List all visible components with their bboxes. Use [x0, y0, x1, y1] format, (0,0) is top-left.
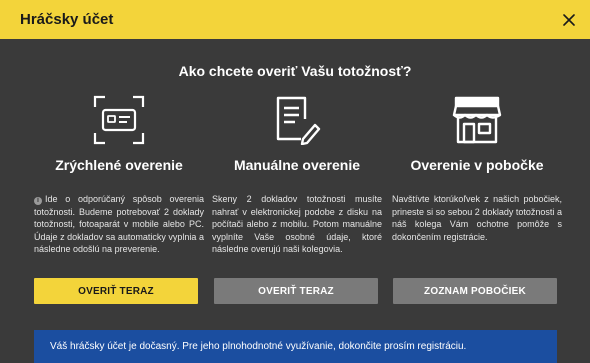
option-description: Navštívte ktorúkoľvek z našich pobočiek,…: [392, 194, 562, 242]
close-icon[interactable]: [560, 11, 578, 29]
notice-text: Váš hráčsky účet je dočasný. Pre jeho pl…: [50, 341, 467, 352]
option-title: Zrýchlené overenie: [55, 157, 183, 173]
info-icon: i: [34, 197, 42, 205]
modal-title: Hráčsky účet: [20, 11, 114, 28]
page-heading: Ako chcete overiť Vašu totožnosť?: [178, 63, 412, 79]
option-manual-verification: Manuálne overenie Skeny 2 dokladov totož…: [212, 95, 382, 256]
branch-list-button[interactable]: ZOZNAM POBOČIEK: [393, 278, 557, 304]
verify-now-manual-button[interactable]: OVERIŤ TERAZ: [214, 278, 378, 304]
modal-header: Hráčsky účet: [0, 0, 590, 39]
option-title: Overenie v pobočke: [410, 157, 544, 173]
option-quick-verification: Zrýchlené overenie i Ide o odporúčaný spô…: [34, 95, 204, 256]
temporary-account-notice: Váš hráčsky účet je dočasný. Pre jeho pl…: [34, 330, 557, 363]
verify-now-quick-button[interactable]: OVERIŤ TERAZ: [34, 278, 198, 304]
option-title: Manuálne overenie: [233, 157, 361, 173]
option-description: i Ide o odporúčaný spôsob overenia totožn…: [34, 194, 204, 254]
modal-body: Ako chcete overiť Vašu totožnosť? Zrýchl…: [0, 39, 590, 363]
option-description: Skeny 2 dokladov totožnosti musíte nahra…: [212, 194, 382, 254]
option-branch-verification: Overenie v pobočke Navštívte ktorúkoľvek…: [392, 95, 562, 243]
id-card-icon: [93, 95, 145, 151]
document-edit-icon: [273, 95, 321, 151]
storefront-icon: [452, 95, 502, 151]
